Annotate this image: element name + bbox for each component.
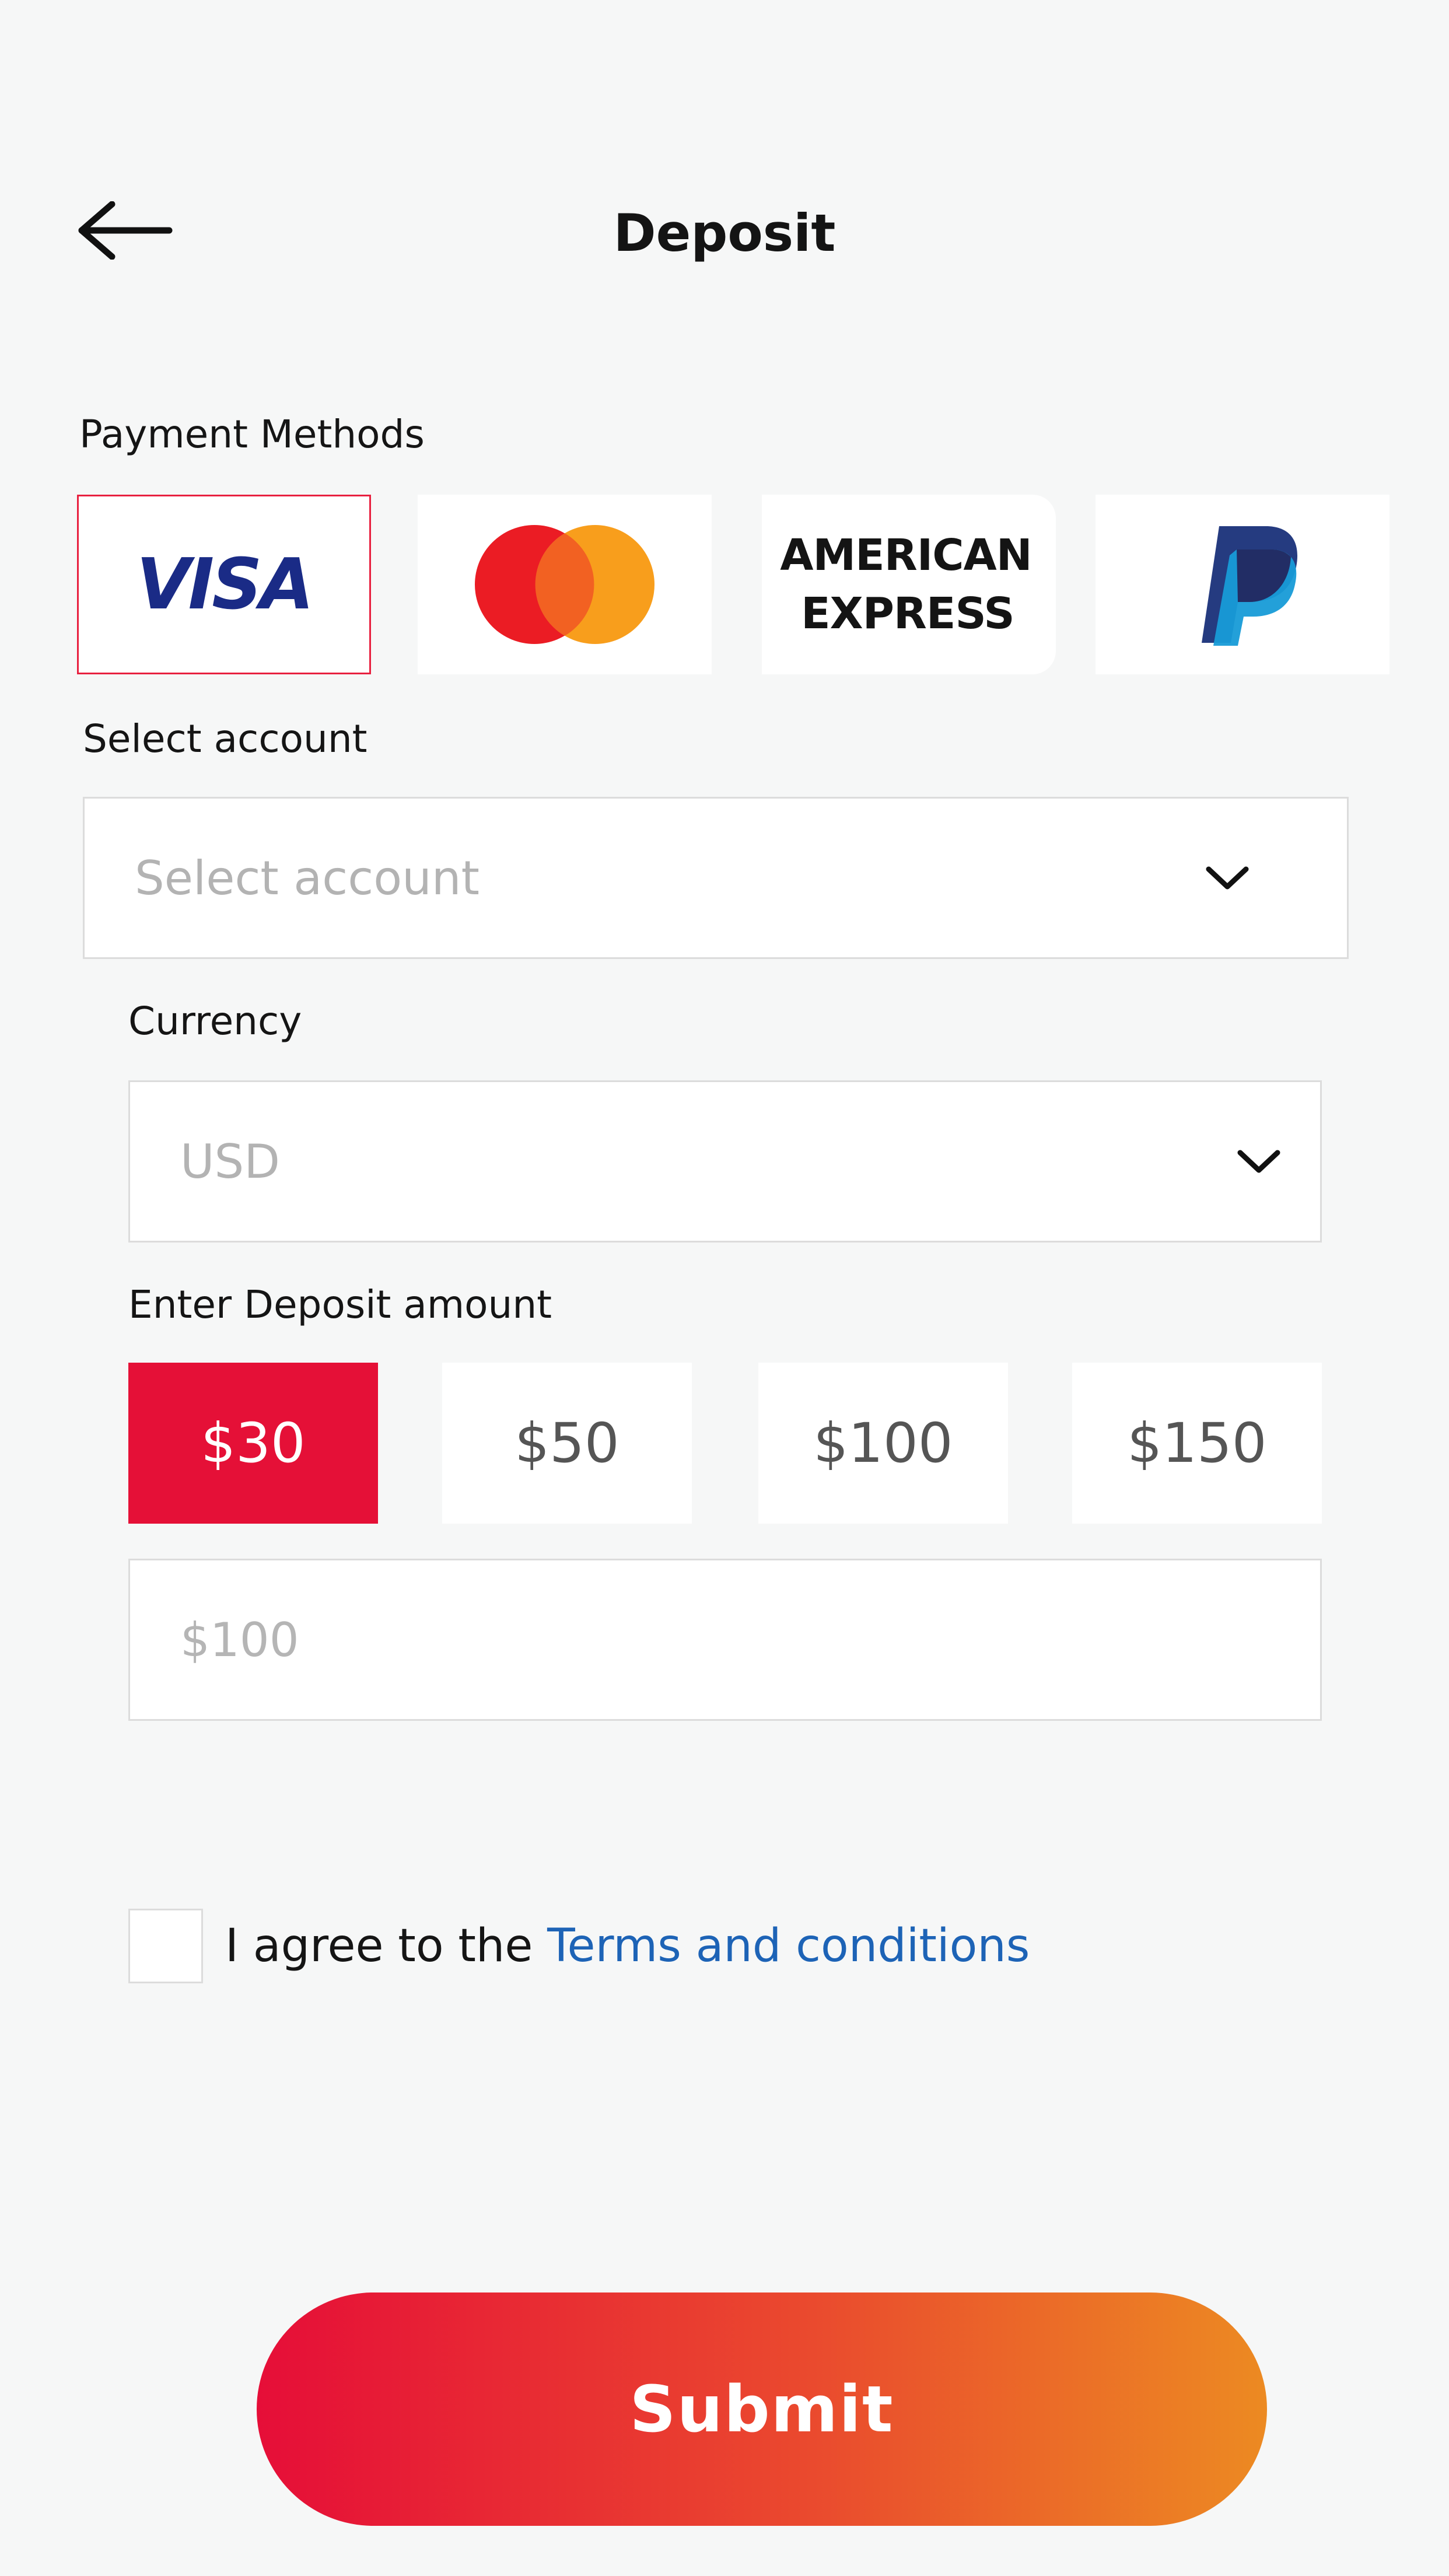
visa-logo: VISA	[136, 544, 314, 625]
deposit-amount-label: Enter Deposit amount	[128, 1282, 552, 1327]
currency-select-value: USD	[180, 1134, 280, 1189]
terms-checkbox[interactable]	[128, 1909, 203, 1983]
amex-logo-line2: EXPRESS	[801, 589, 1015, 639]
deposit-amount-input[interactable]	[128, 1559, 1322, 1721]
select-account-label: Select account	[83, 716, 368, 761]
amount-preset-50[interactable]: $50	[442, 1363, 692, 1524]
terms-link[interactable]: Terms and conditions	[547, 1920, 1030, 1972]
submit-button[interactable]: Submit	[257, 2292, 1267, 2526]
terms-prefix: I agree to the	[225, 1920, 548, 1972]
payment-method-paypal[interactable]	[1096, 495, 1390, 674]
payment-method-mastercard[interactable]	[418, 495, 712, 674]
amex-logo-line1: AMERICAN	[780, 530, 1032, 580]
chevron-down-icon	[1201, 852, 1254, 904]
payment-method-amex[interactable]: AMERICAN EXPRESS	[762, 495, 1056, 674]
payment-method-visa[interactable]: VISA	[77, 495, 371, 674]
payment-methods-label: Payment Methods	[79, 412, 425, 457]
currency-label: Currency	[128, 999, 302, 1044]
page-title: Deposit	[613, 203, 836, 263]
amount-preset-100[interactable]: $100	[758, 1363, 1008, 1524]
amex-logo: AMERICAN EXPRESS	[780, 526, 1032, 643]
amount-preset-30[interactable]: $30	[128, 1363, 378, 1524]
terms-text: I agree to the Terms and conditions	[225, 1917, 1030, 1975]
chevron-down-icon	[1233, 1135, 1285, 1188]
amount-preset-150[interactable]: $150	[1072, 1363, 1322, 1524]
currency-select[interactable]: USD	[128, 1080, 1322, 1242]
paypal-logo-icon	[1202, 526, 1298, 646]
account-select-placeholder: Select account	[135, 850, 480, 905]
mastercard-logo-icon	[475, 525, 654, 644]
account-select[interactable]: Select account	[83, 797, 1349, 959]
